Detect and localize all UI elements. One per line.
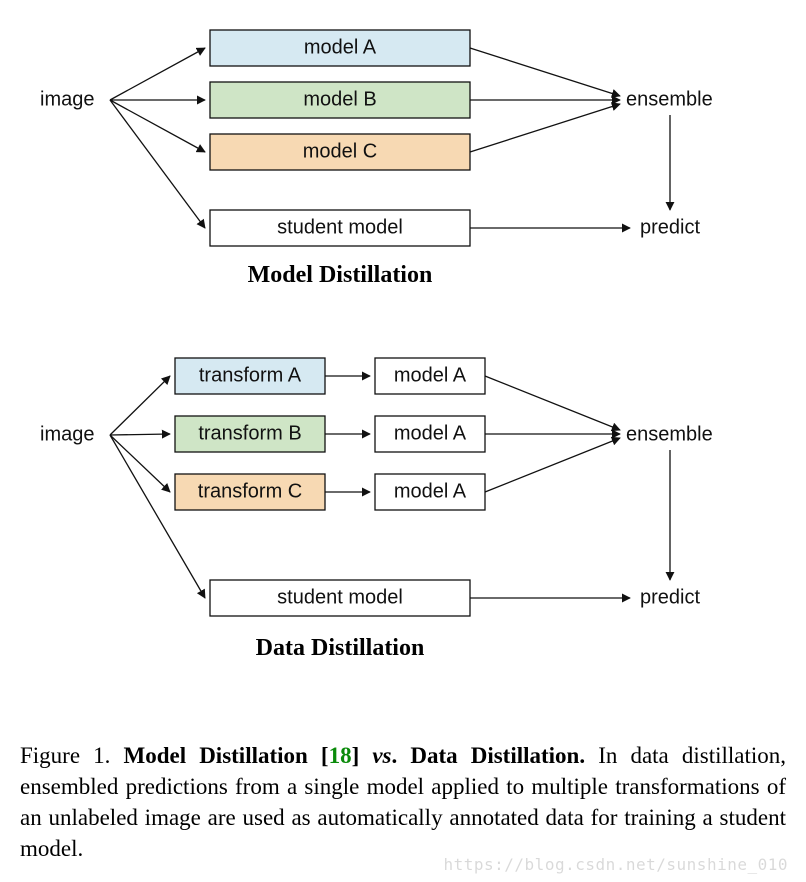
arrow-image-student <box>110 100 205 228</box>
arrow-image-student-2 <box>110 435 205 598</box>
transform-a-label: transform A <box>199 364 302 386</box>
arrow-image-a <box>110 48 205 100</box>
arrow-ma-ensemble <box>485 376 620 430</box>
arrow-c-ensemble <box>470 104 620 152</box>
figure-caption: Figure 1. Model Distillation [18] vs. Da… <box>20 740 786 864</box>
caption-bold2: ] <box>352 743 373 768</box>
ensemble-label-2: ensemble <box>626 423 713 445</box>
input-label: image <box>40 88 94 110</box>
arrow-a-ensemble <box>470 48 620 96</box>
model-a-label: model A <box>304 36 377 58</box>
caption-prefix: Figure 1. <box>20 743 124 768</box>
predict-label: predict <box>640 216 700 238</box>
caption-bold3: . Data Distillation. <box>392 743 586 768</box>
arrow-image-c <box>110 100 205 152</box>
student-model-2-label: student model <box>277 586 403 608</box>
model-distillation-title: Model Distillation <box>248 262 433 288</box>
student-model-label: student model <box>277 216 403 238</box>
arrow-image-ta <box>110 376 170 435</box>
data-distillation-diagram: image transform A transform B transform … <box>0 300 806 720</box>
transform-b-label: transform B <box>198 422 301 444</box>
arrow-image-tc <box>110 435 170 492</box>
model-b-label: model B <box>303 88 376 110</box>
ensemble-label: ensemble <box>626 88 713 110</box>
model-c-label: model C <box>303 140 377 162</box>
model-a1-label: model A <box>394 364 467 386</box>
watermark-text: https://blog.csdn.net/sunshine_010 <box>443 855 788 874</box>
transform-c-label: transform C <box>198 480 302 502</box>
caption-vs: vs <box>372 743 391 768</box>
arrow-mc-ensemble <box>485 438 620 492</box>
model-a3-label: model A <box>394 480 467 502</box>
model-distillation-diagram: image model A model B model C student mo… <box>0 0 806 300</box>
input-label-2: image <box>40 423 94 445</box>
predict-label-2: predict <box>640 586 700 608</box>
model-a2-label: model A <box>394 422 467 444</box>
caption-bold1: Model Distillation [ <box>124 743 329 768</box>
data-distillation-title: Data Distillation <box>256 635 425 661</box>
arrow-image-tb <box>110 434 170 435</box>
citation-link[interactable]: 18 <box>329 743 352 768</box>
